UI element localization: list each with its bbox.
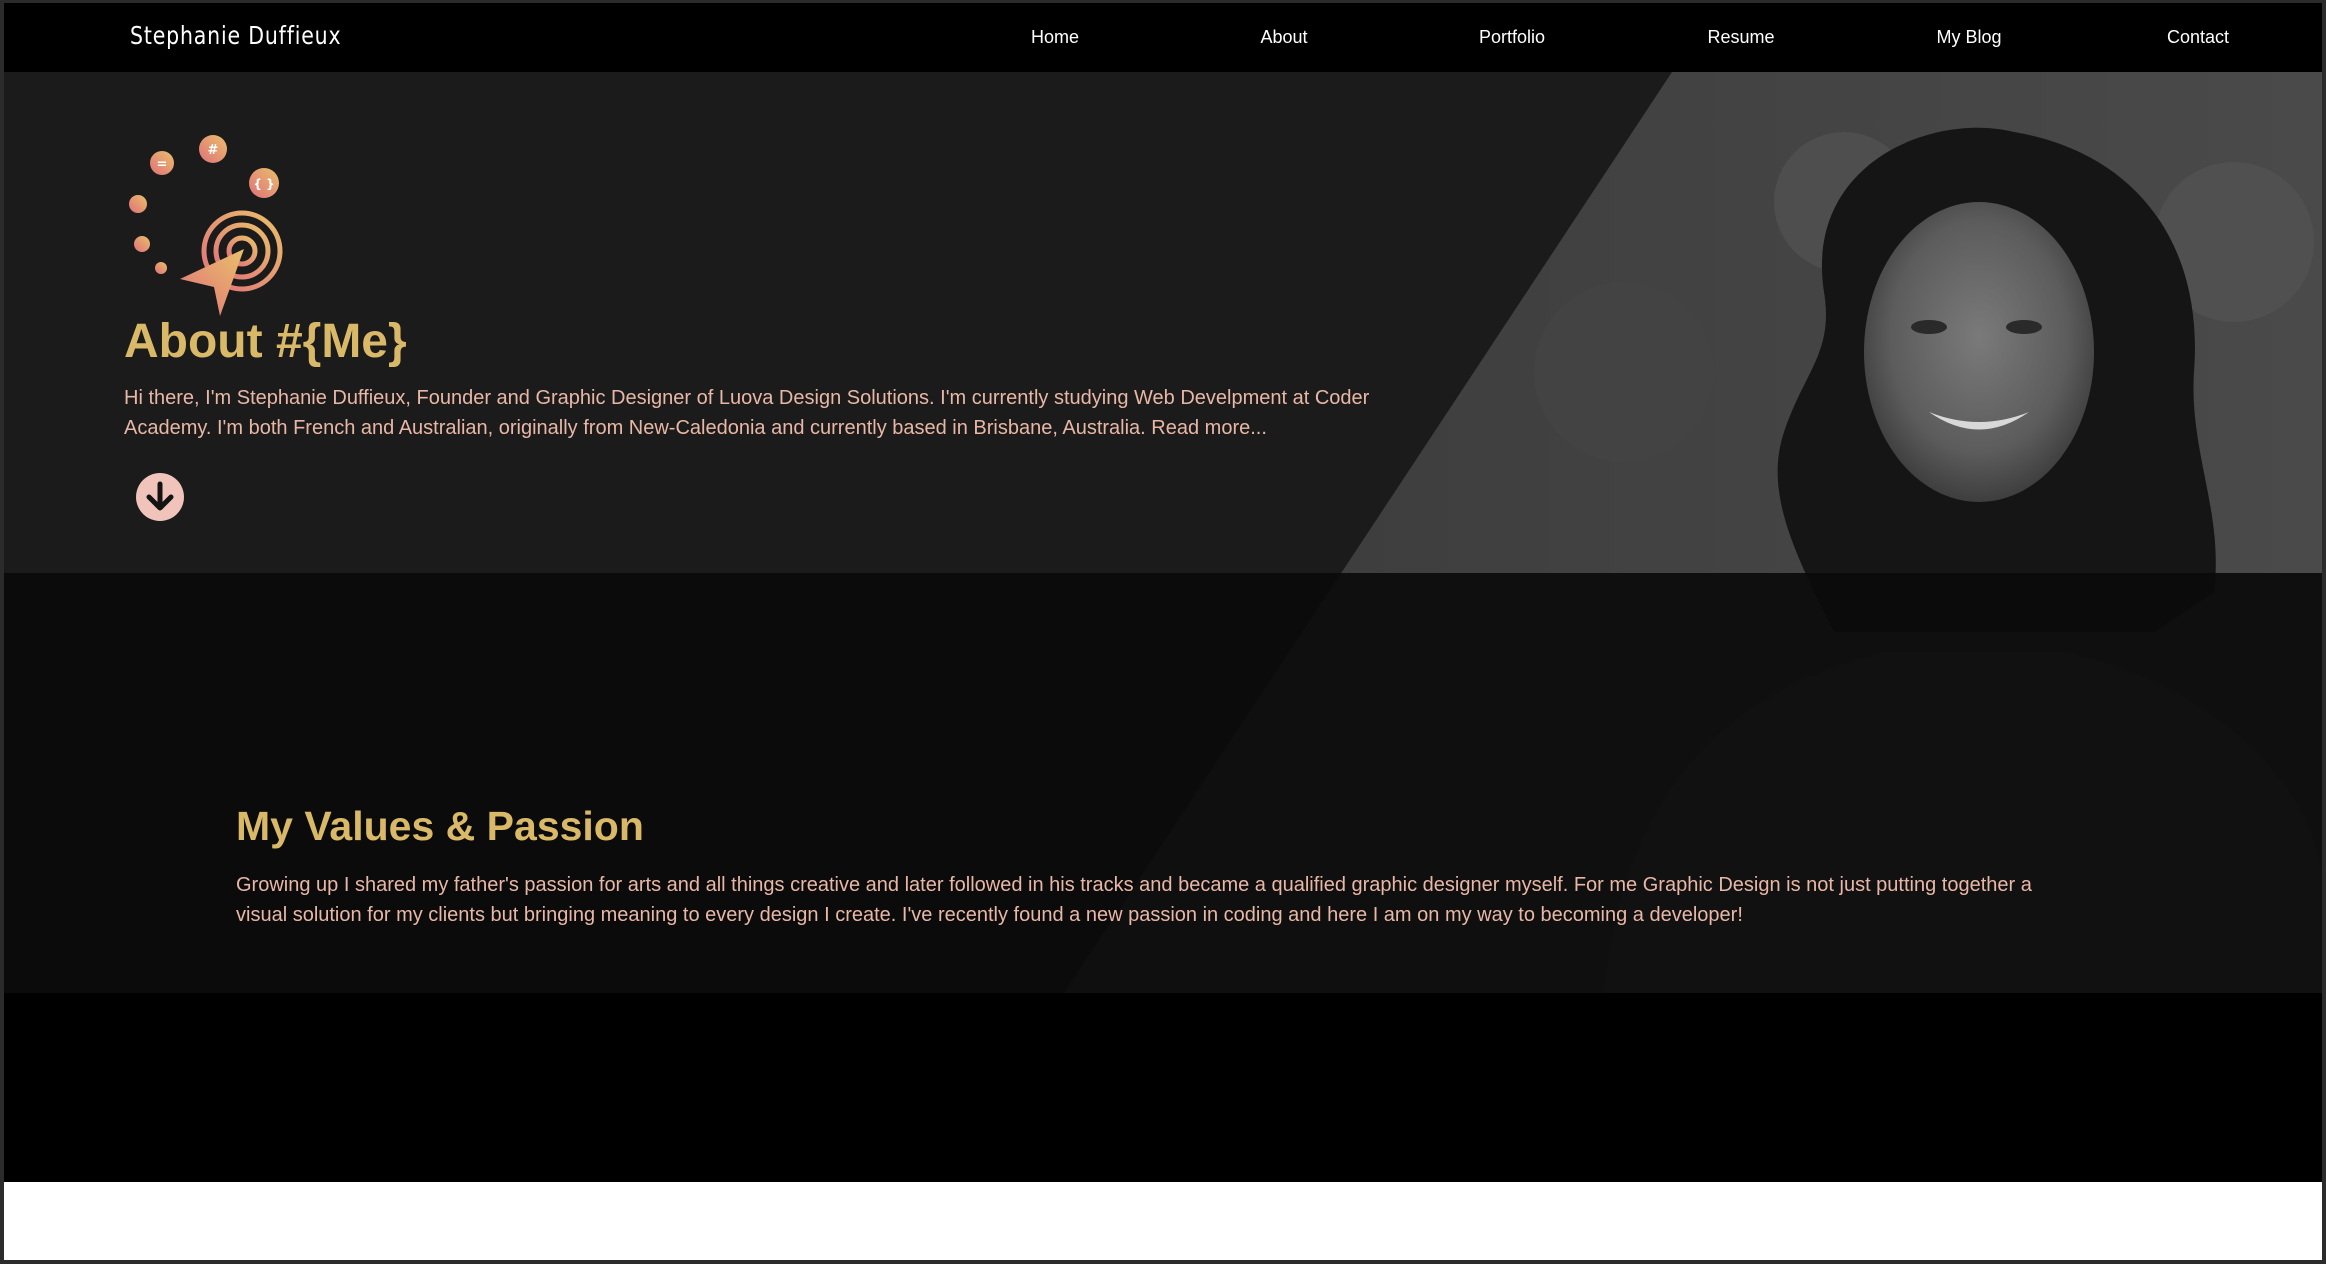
values-text: Growing up I shared my father's passion …: [236, 874, 2032, 926]
about-intro-text: Hi there, I'm Stephanie Duffieux, Founde…: [124, 387, 1370, 439]
page-bottom-area: [4, 1182, 2322, 1261]
developer-logo: = # { }: [122, 131, 292, 321]
equals-glyph: =: [157, 157, 168, 172]
nav-contact[interactable]: Contact: [2118, 27, 2278, 48]
top-nav: Stephanie Duffieux Home About Portfolio …: [4, 3, 2322, 72]
hash-glyph: #: [208, 143, 219, 158]
nav-my-blog[interactable]: My Blog: [1889, 27, 2049, 48]
nav-home[interactable]: Home: [975, 27, 1135, 48]
braces-glyph: { }: [253, 177, 274, 191]
nav-about[interactable]: About: [1204, 27, 1364, 48]
about-title: About #{Me}: [124, 315, 407, 368]
nav-portfolio[interactable]: Portfolio: [1432, 27, 1592, 48]
portrait-photo: [4, 72, 2322, 993]
nav-resume[interactable]: Resume: [1661, 27, 1821, 48]
scroll-down-button[interactable]: [135, 472, 185, 522]
site-brand[interactable]: Stephanie Duffieux: [130, 21, 341, 50]
page: Stephanie Duffieux Home About Portfolio …: [4, 3, 2322, 1261]
arrow-down-circle-icon: [136, 473, 184, 521]
values-title: My Values & Passion: [236, 803, 644, 849]
footer-band: [4, 993, 2322, 1182]
